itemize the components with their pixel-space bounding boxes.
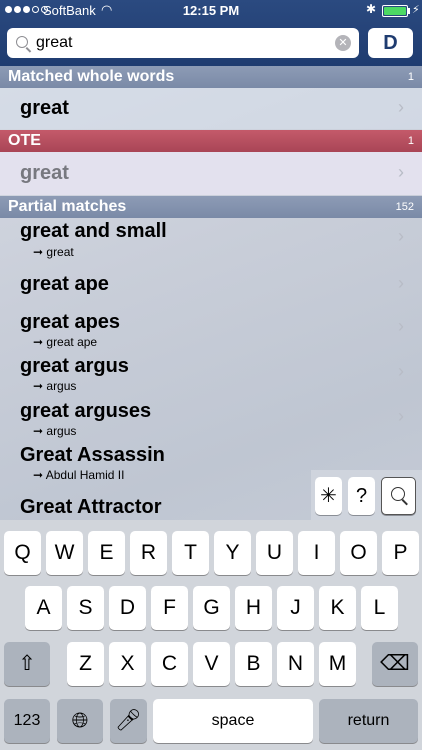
section-count: 1: [407, 135, 414, 147]
microphone-icon: 🎤︎: [115, 709, 142, 732]
list-item[interactable]: great ape ›: [0, 264, 422, 308]
section-title: OTE: [8, 132, 41, 149]
section-title: Matched whole words: [8, 68, 175, 85]
key-n[interactable]: N: [277, 642, 314, 686]
entry-reference: ➞ great: [33, 245, 74, 259]
status-time: 12:15 PM: [182, 3, 240, 18]
key-v[interactable]: V: [193, 642, 230, 686]
key-g[interactable]: G: [193, 586, 230, 630]
list-item[interactable]: great and small ➞ great ›: [0, 218, 422, 264]
entry-word: great arguses: [20, 400, 152, 422]
section-header-matched-whole-words: Matched whole words 1: [0, 66, 422, 88]
key-s[interactable]: S: [67, 586, 104, 630]
top-bar: SoftBank ◠ 12:15 PM ✱ ⚡ ✕ D: [0, 0, 422, 66]
entry-reference: ➞ Abdul Hamid II: [33, 468, 125, 482]
section-count: 152: [395, 201, 414, 213]
clear-search-icon[interactable]: ✕: [335, 35, 351, 51]
key-m[interactable]: M: [319, 642, 356, 686]
globe-key[interactable]: 🌐︎: [57, 699, 103, 743]
wildcard-toolbar: ✳ ?: [311, 470, 422, 520]
list-item[interactable]: great arguses ➞ argus ›: [0, 398, 422, 442]
entry-word: great apes: [20, 311, 121, 333]
entry-word: great ape: [20, 273, 109, 295]
chevron-right-icon: ›: [398, 406, 404, 426]
status-bar: SoftBank ◠ 12:15 PM ✱ ⚡: [0, 0, 422, 22]
list-item[interactable]: great ›: [0, 88, 422, 129]
dictionary-button[interactable]: D: [368, 28, 413, 58]
entry-reference: ➞ great ape: [33, 335, 98, 349]
key-a[interactable]: A: [25, 586, 62, 630]
return-key[interactable]: return: [319, 699, 418, 743]
entry-word: great and small: [20, 220, 167, 242]
key-t[interactable]: T: [172, 531, 209, 575]
key-d[interactable]: D: [109, 586, 146, 630]
entry-word: Great Attractor: [20, 496, 162, 518]
battery-icon: [382, 5, 408, 17]
key-h[interactable]: H: [235, 586, 272, 630]
list-item[interactable]: great argus ➞ argus ›: [0, 353, 422, 398]
entry-word: great: [20, 97, 69, 119]
keyboard: Q W E R T Y U I O P A S D F G H J K L ⇧ …: [0, 520, 422, 750]
entry-word: great argus: [20, 355, 129, 377]
search-button[interactable]: [381, 477, 416, 515]
chevron-right-icon: ›: [398, 162, 404, 182]
key-c[interactable]: C: [151, 642, 188, 686]
section-count: 1: [407, 71, 414, 83]
key-p[interactable]: P: [382, 531, 419, 575]
search-box[interactable]: ✕: [7, 28, 359, 58]
globe-icon: 🌐︎: [71, 709, 89, 732]
entry-word: great: [20, 162, 69, 184]
key-j[interactable]: J: [277, 586, 314, 630]
key-x[interactable]: X: [109, 642, 146, 686]
delete-key[interactable]: ⌫: [372, 642, 418, 686]
chevron-right-icon: ›: [398, 361, 404, 381]
key-z[interactable]: Z: [67, 642, 104, 686]
space-key[interactable]: space: [153, 699, 313, 743]
wildcard-asterisk-button[interactable]: ✳: [315, 477, 342, 515]
battery-tip: [408, 8, 410, 14]
shift-icon: ⇧: [18, 652, 36, 675]
section-title: Partial matches: [8, 198, 127, 215]
key-b[interactable]: B: [235, 642, 272, 686]
entry-reference: ➞ argus: [33, 379, 77, 393]
chevron-right-icon: ›: [398, 273, 404, 293]
shift-key[interactable]: ⇧: [4, 642, 50, 686]
entry-word: Great Assassin: [20, 444, 165, 466]
key-u[interactable]: U: [256, 531, 293, 575]
numbers-key[interactable]: 123: [4, 699, 50, 743]
charging-icon: ⚡: [412, 4, 420, 16]
entry-reference: ➞ argus: [33, 424, 77, 438]
list-item[interactable]: great ›: [0, 152, 422, 195]
key-q[interactable]: Q: [4, 531, 41, 575]
key-w[interactable]: W: [46, 531, 83, 575]
magnifier-icon: [391, 487, 405, 501]
key-f[interactable]: F: [151, 586, 188, 630]
key-l[interactable]: L: [361, 586, 398, 630]
search-icon: [16, 36, 28, 48]
key-k[interactable]: K: [319, 586, 356, 630]
wildcard-question-button[interactable]: ?: [348, 477, 375, 515]
section-header-ote: OTE 1: [0, 130, 422, 152]
key-y[interactable]: Y: [214, 531, 251, 575]
key-i[interactable]: I: [298, 531, 335, 575]
key-r[interactable]: R: [130, 531, 167, 575]
search-input[interactable]: [36, 32, 331, 54]
chevron-right-icon: ›: [398, 316, 404, 336]
dictation-key[interactable]: 🎤︎: [110, 699, 147, 743]
section-header-partial-matches: Partial matches 152: [0, 196, 422, 218]
chevron-right-icon: ›: [398, 226, 404, 246]
key-o[interactable]: O: [340, 531, 377, 575]
key-e[interactable]: E: [88, 531, 125, 575]
backspace-icon: ⌫: [380, 652, 410, 675]
list-item[interactable]: great apes ➞ great ape ›: [0, 308, 422, 353]
bluetooth-icon: ✱: [366, 2, 377, 16]
chevron-right-icon: ›: [398, 97, 404, 117]
